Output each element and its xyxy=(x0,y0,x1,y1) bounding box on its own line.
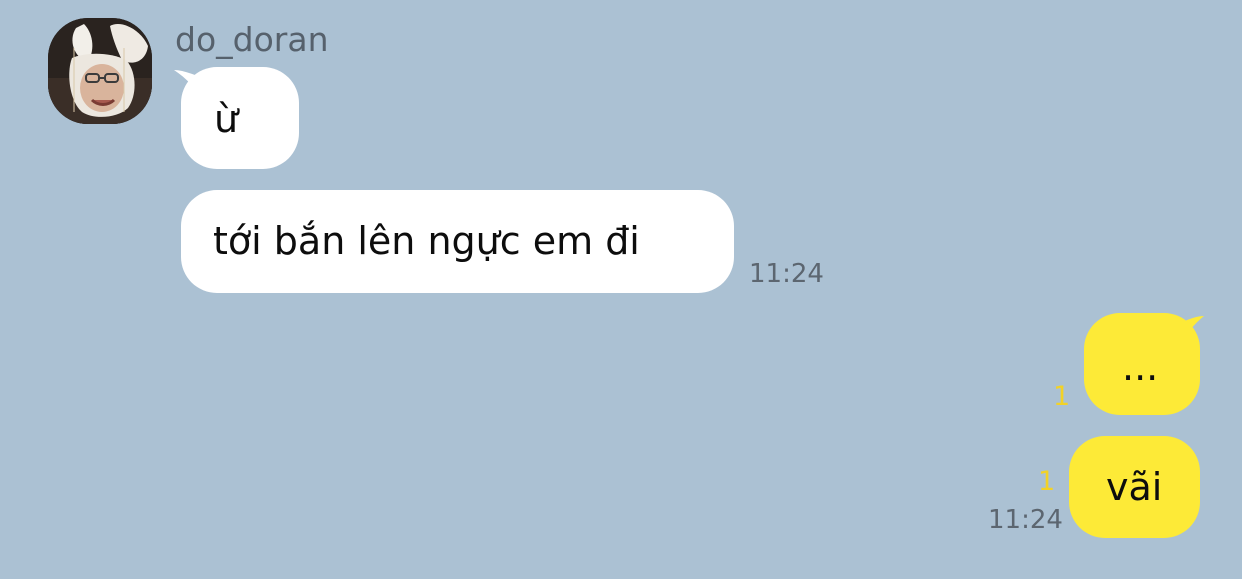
message-timestamp: 11:24 xyxy=(749,259,824,289)
sender-avatar[interactable] xyxy=(48,18,152,124)
outgoing-message-bubble[interactable]: ... xyxy=(1084,313,1200,415)
message-text: ... xyxy=(1122,345,1159,389)
unread-count: 1 xyxy=(1038,466,1056,497)
incoming-message-bubble[interactable]: tới bắn lên ngực em đi xyxy=(181,190,734,293)
avatar-image xyxy=(48,18,152,124)
outgoing-message-bubble[interactable]: vãi xyxy=(1069,436,1200,538)
unread-count: 1 xyxy=(1053,381,1071,412)
message-text: tới bắn lên ngực em đi xyxy=(213,219,640,263)
incoming-message-bubble[interactable]: ừ xyxy=(181,67,299,169)
message-text: ừ xyxy=(214,97,239,141)
sender-name[interactable]: do_doran xyxy=(175,20,328,60)
message-timestamp: 11:24 xyxy=(988,505,1063,535)
message-text: vãi xyxy=(1106,465,1163,509)
